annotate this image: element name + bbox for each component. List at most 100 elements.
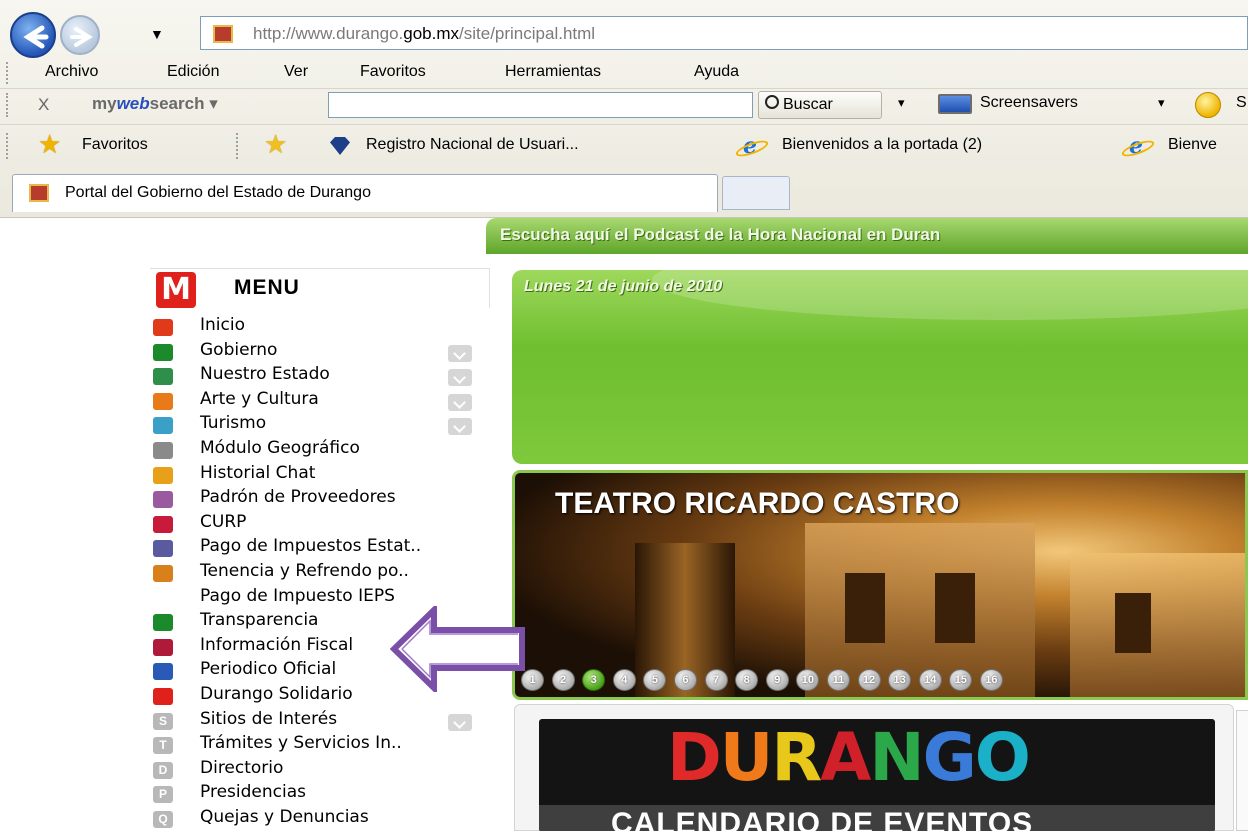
- favorite-link-bienve[interactable]: Bienve: [1168, 136, 1217, 154]
- slider-page-dot[interactable]: 4: [612, 669, 636, 691]
- close-toolbar-icon[interactable]: X: [38, 95, 49, 115]
- menu-favoritos[interactable]: Favoritos: [360, 63, 426, 81]
- slider-page-dot[interactable]: 8: [735, 669, 759, 691]
- menu-item[interactable]: Gobierno: [150, 339, 490, 364]
- address-toolbar: ▼ http://www.durango.gob.mx/site/princip…: [0, 8, 1248, 58]
- address-bar[interactable]: http://www.durango.gob.mx/site/principal…: [200, 16, 1248, 50]
- menu-item[interactable]: S Sitios de Interés: [150, 708, 490, 733]
- slider-page-dot[interactable]: 9: [765, 669, 789, 691]
- at-icon: [153, 540, 173, 558]
- monitor-icon: [938, 94, 972, 114]
- slider-page-dot[interactable]: 15: [949, 669, 973, 691]
- submenu-chevron-icon[interactable]: [448, 713, 472, 731]
- menu-item-label: Transparencia: [200, 610, 319, 631]
- menu-item[interactable]: D Directorio: [150, 757, 490, 782]
- search-icon: [765, 95, 779, 109]
- menu-item-label: Sitios de Interés: [200, 708, 338, 729]
- menu-item[interactable]: Padrón de Proveedores: [150, 486, 490, 511]
- menu-item-label: Quejas y Denuncias: [200, 806, 369, 827]
- toolbar-grip[interactable]: [6, 93, 9, 117]
- slider-page-dot[interactable]: 16: [979, 669, 1003, 691]
- submenu-chevron-icon[interactable]: [448, 393, 472, 411]
- smiley-icon[interactable]: [1195, 92, 1221, 118]
- image-slider[interactable]: TEATRO RICARDO CASTRO 1 2 3 4 5 6 7 8 9 10 11 12 13 1…: [512, 470, 1248, 700]
- smiley-label[interactable]: S: [1236, 94, 1247, 112]
- menu-header: M MENU: [150, 268, 490, 308]
- search-input[interactable]: [328, 92, 753, 118]
- menu-item[interactable]: Nuestro Estado: [150, 363, 490, 388]
- palette-icon: [153, 392, 173, 410]
- menu-item[interactable]: P Presidencias: [150, 781, 490, 806]
- durango-letter: G: [922, 719, 977, 796]
- menu-item[interactable]: Inicio: [150, 314, 490, 339]
- podcast-banner[interactable]: Escucha aquí el Podcast de la Hora Nacio…: [486, 218, 1248, 254]
- buscar-button[interactable]: Buscar: [758, 91, 882, 119]
- favorites-separator: [236, 133, 238, 159]
- slider-page-dot[interactable]: 2: [551, 669, 575, 691]
- mywebsearch-logo[interactable]: mywebsearch ▾: [92, 94, 218, 114]
- letter-t-icon: T: [153, 737, 173, 755]
- slider-page-dot[interactable]: 6: [673, 669, 697, 691]
- menu-item[interactable]: Q Quejas y Denuncias: [150, 806, 490, 831]
- menu-archivo[interactable]: Archivo: [45, 63, 98, 81]
- menu-ver[interactable]: Ver: [284, 63, 308, 81]
- slider-page-dot[interactable]: 12: [857, 669, 881, 691]
- slider-page-dot[interactable]: 5: [643, 669, 667, 691]
- menu-title: MENU: [234, 276, 300, 299]
- address-url[interactable]: http://www.durango.gob.mx/site/principal…: [253, 24, 595, 44]
- menu-item[interactable]: Turismo: [150, 412, 490, 437]
- toolbar-grip[interactable]: [6, 133, 9, 159]
- menu-edicion[interactable]: Edición: [167, 63, 219, 81]
- menu-item[interactable]: T Trámites y Servicios In..: [150, 732, 490, 757]
- favorite-link-registro[interactable]: Registro Nacional de Usuari...: [366, 136, 579, 154]
- submenu-chevron-icon[interactable]: [448, 369, 472, 387]
- letter-p-icon: P: [153, 786, 173, 804]
- menu-item[interactable]: CURP: [150, 511, 490, 536]
- favorite-link-bienvenidos[interactable]: Bienvenidos a la portada (2): [782, 136, 982, 154]
- menu-item[interactable]: Pago de Impuestos Estat..: [150, 535, 490, 560]
- slider-page-dot[interactable]: 14: [918, 669, 942, 691]
- globe-icon: [153, 441, 173, 459]
- forward-button[interactable]: [60, 15, 100, 55]
- menu-ayuda[interactable]: Ayuda: [694, 63, 739, 81]
- new-tab-button[interactable]: [722, 176, 790, 210]
- menu-item[interactable]: Tenencia y Refrendo po..: [150, 560, 490, 585]
- screensavers-button[interactable]: Screensavers: [980, 94, 1078, 112]
- curp-icon: [153, 515, 173, 533]
- menu-herramientas[interactable]: Herramientas: [505, 63, 601, 81]
- slider-page-dot[interactable]: 10: [796, 669, 820, 691]
- add-favorite-icon[interactable]: ★: [264, 129, 287, 160]
- slider-page-dot[interactable]: 11: [826, 669, 850, 691]
- slider-photo-facade-right: [1070, 553, 1245, 697]
- car-icon: [153, 564, 173, 582]
- mexico-flag-icon: [153, 343, 173, 361]
- home-icon: [153, 319, 173, 336]
- annotation-arrow-icon: [390, 606, 525, 692]
- slider-title: TEATRO RICARDO CASTRO: [555, 487, 960, 520]
- favorites-button[interactable]: Favoritos: [82, 136, 148, 154]
- chat-icon: [153, 466, 173, 484]
- buscar-dropdown-icon[interactable]: ▾: [898, 95, 905, 111]
- submenu-chevron-icon[interactable]: [448, 344, 472, 362]
- toolbar-grip[interactable]: [6, 62, 9, 84]
- calendar-text: CALENDARIO DE EVENTOS: [611, 807, 1034, 831]
- submenu-chevron-icon[interactable]: [448, 418, 472, 436]
- history-dropdown-icon[interactable]: ▼: [150, 26, 164, 42]
- slider-page-dot[interactable]: 3: [582, 669, 606, 691]
- browser-chrome: ▼ http://www.durango.gob.mx/site/princip…: [0, 0, 1248, 218]
- tab-durango[interactable]: Portal del Gobierno del Estado de Durang…: [12, 174, 718, 212]
- slider-page-dot[interactable]: 7: [704, 669, 728, 691]
- menu-item[interactable]: Módulo Geográfico: [150, 437, 490, 462]
- slider-page-dot[interactable]: 13: [888, 669, 912, 691]
- back-button[interactable]: [10, 12, 56, 58]
- events-banner[interactable]: DURANGO CALENDARIO DE EVENTOS: [539, 719, 1215, 831]
- menu-item[interactable]: Arte y Cultura: [150, 388, 490, 413]
- tab-strip: Portal del Gobierno del Estado de Durang…: [0, 170, 1248, 218]
- menu-item-label: Inicio: [200, 315, 245, 335]
- screensavers-dropdown-icon[interactable]: ▾: [1158, 95, 1165, 111]
- menu-item-label: Turismo: [200, 413, 267, 434]
- fiscal-icon: [153, 638, 173, 656]
- search-toolbar: X mywebsearch ▾ Buscar ▾ Screensavers ▾ …: [0, 88, 1248, 120]
- menu-item[interactable]: Historial Chat: [150, 462, 490, 487]
- sidebar-menu: Inicio Gobierno Nuestro Estado Arte y Cultu…: [150, 314, 490, 830]
